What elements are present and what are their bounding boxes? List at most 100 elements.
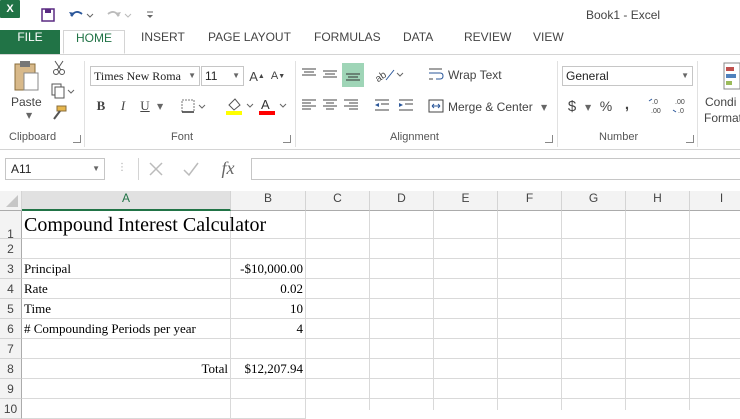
- font-name-combo[interactable]: Times New Roma ▼: [90, 66, 200, 86]
- row-header-9[interactable]: 9: [0, 379, 22, 399]
- cell-a6[interactable]: # Compounding Periods per year: [22, 319, 231, 339]
- cell-a3[interactable]: Principal: [22, 259, 231, 279]
- customize-quick-access-icon[interactable]: [143, 5, 157, 25]
- tab-insert[interactable]: INSERT: [141, 30, 185, 54]
- align-bottom-icon[interactable]: [342, 63, 364, 87]
- redo-icon[interactable]: [104, 5, 134, 25]
- cell-a9[interactable]: [22, 379, 231, 399]
- row-header-7[interactable]: 7: [0, 339, 22, 359]
- chevron-down-icon[interactable]: ▼: [681, 67, 689, 85]
- column-header-i[interactable]: I: [690, 191, 740, 211]
- paste-button[interactable]: Paste: [11, 95, 42, 109]
- row-header-8[interactable]: 8: [0, 359, 22, 379]
- cell-a7[interactable]: [22, 339, 231, 359]
- cut-icon[interactable]: [49, 59, 69, 77]
- decrease-decimal-icon[interactable]: .00.0: [672, 96, 690, 116]
- save-icon[interactable]: [38, 5, 58, 25]
- cell-a1[interactable]: Compound Interest Calculator: [22, 211, 266, 239]
- column-header-h[interactable]: H: [626, 191, 690, 211]
- conditional-formatting-icon[interactable]: [720, 59, 740, 93]
- merge-center-icon[interactable]: [428, 98, 444, 114]
- align-center-icon[interactable]: [321, 95, 339, 115]
- wrap-text-button[interactable]: Wrap Text: [448, 68, 502, 82]
- merge-dropdown-icon[interactable]: ▼: [541, 103, 547, 112]
- row-header-4[interactable]: 4: [0, 279, 22, 299]
- wrap-text-icon[interactable]: [428, 66, 444, 82]
- column-header-b[interactable]: B: [231, 191, 306, 211]
- enter-icon[interactable]: [180, 159, 202, 179]
- empty-cells-area[interactable]: [306, 211, 740, 410]
- chevron-down-icon[interactable]: ▼: [188, 67, 196, 85]
- column-header-e[interactable]: E: [434, 191, 498, 211]
- cell-a5[interactable]: Time: [22, 299, 231, 319]
- percent-button[interactable]: %: [598, 97, 614, 115]
- borders-icon[interactable]: [179, 97, 209, 115]
- column-header-c[interactable]: C: [306, 191, 370, 211]
- row-header-2[interactable]: 2: [0, 239, 22, 259]
- orientation-icon[interactable]: ab: [373, 63, 405, 85]
- cell-b7[interactable]: [231, 339, 306, 359]
- cancel-icon[interactable]: [145, 159, 167, 179]
- font-size-combo[interactable]: 11 ▼: [201, 66, 244, 86]
- merge-center-button[interactable]: Merge & Center: [448, 100, 533, 114]
- row-header-5[interactable]: 5: [0, 299, 22, 319]
- cell-b8[interactable]: $12,207.94: [231, 359, 306, 379]
- decrease-font-icon[interactable]: A ▼: [270, 67, 286, 85]
- cell-b4[interactable]: 0.02: [231, 279, 306, 299]
- cell-b1[interactable]: [231, 211, 306, 239]
- chevron-down-icon[interactable]: ▼: [232, 67, 240, 85]
- align-top-icon[interactable]: [300, 63, 318, 85]
- column-header-f[interactable]: F: [498, 191, 562, 211]
- cell-a10[interactable]: [22, 399, 231, 419]
- row-header-1[interactable]: 1: [0, 211, 22, 241]
- font-color-icon[interactable]: A: [257, 95, 289, 117]
- paste-dropdown-icon[interactable]: ▼: [26, 111, 32, 120]
- decrease-indent-icon[interactable]: [373, 95, 391, 115]
- insert-function-icon[interactable]: fx: [216, 157, 240, 179]
- tab-data[interactable]: DATA: [403, 30, 433, 54]
- increase-decimal-icon[interactable]: .0.00: [648, 96, 666, 116]
- number-launcher-icon[interactable]: [686, 135, 694, 143]
- more-options-icon[interactable]: ⋮: [117, 162, 127, 173]
- align-right-icon[interactable]: [342, 95, 360, 115]
- row-header-10[interactable]: 10: [0, 399, 22, 419]
- bold-button[interactable]: B: [94, 97, 108, 115]
- cell-a2[interactable]: [22, 239, 231, 259]
- cell-b9[interactable]: [231, 379, 306, 399]
- number-format-combo[interactable]: General ▼: [562, 66, 693, 86]
- tab-view[interactable]: VIEW: [533, 30, 564, 54]
- font-launcher-icon[interactable]: [283, 135, 291, 143]
- cell-a8[interactable]: Total: [22, 359, 231, 379]
- tab-home[interactable]: HOME: [63, 30, 125, 54]
- row-header-6[interactable]: 6: [0, 319, 22, 339]
- cell-b2[interactable]: [231, 239, 306, 259]
- column-header-a[interactable]: A: [22, 191, 231, 211]
- currency-dropdown-icon[interactable]: ▼: [585, 103, 591, 112]
- conditional-formatting-label-2[interactable]: Format: [704, 111, 740, 125]
- column-header-d[interactable]: D: [370, 191, 434, 211]
- tab-page-layout[interactable]: PAGE LAYOUT: [208, 30, 291, 54]
- column-header-g[interactable]: G: [562, 191, 626, 211]
- cell-b6[interactable]: 4: [231, 319, 306, 339]
- cell-b3[interactable]: -$10,000.00: [231, 259, 306, 279]
- increase-font-icon[interactable]: A ▲: [249, 67, 265, 85]
- italic-button[interactable]: I: [116, 97, 130, 115]
- underline-dropdown-icon[interactable]: ▼: [157, 102, 163, 111]
- cell-b5[interactable]: 10: [231, 299, 306, 319]
- cell-b10[interactable]: [231, 399, 306, 419]
- align-middle-icon[interactable]: [321, 63, 339, 85]
- undo-icon[interactable]: [66, 5, 96, 25]
- format-painter-icon[interactable]: [49, 104, 69, 122]
- comma-style-button[interactable]: ,: [622, 95, 632, 113]
- tab-review[interactable]: REVIEW: [464, 30, 511, 54]
- paste-icon[interactable]: [10, 59, 42, 93]
- fill-color-icon[interactable]: [224, 95, 256, 117]
- increase-indent-icon[interactable]: [397, 95, 415, 115]
- row-header-3[interactable]: 3: [0, 259, 22, 279]
- clipboard-launcher-icon[interactable]: [73, 135, 81, 143]
- formula-input[interactable]: [251, 158, 740, 180]
- underline-button[interactable]: U: [138, 97, 152, 115]
- currency-button[interactable]: $: [565, 97, 579, 115]
- select-all-corner[interactable]: [0, 191, 22, 211]
- conditional-formatting-label-1[interactable]: Condi: [705, 95, 736, 109]
